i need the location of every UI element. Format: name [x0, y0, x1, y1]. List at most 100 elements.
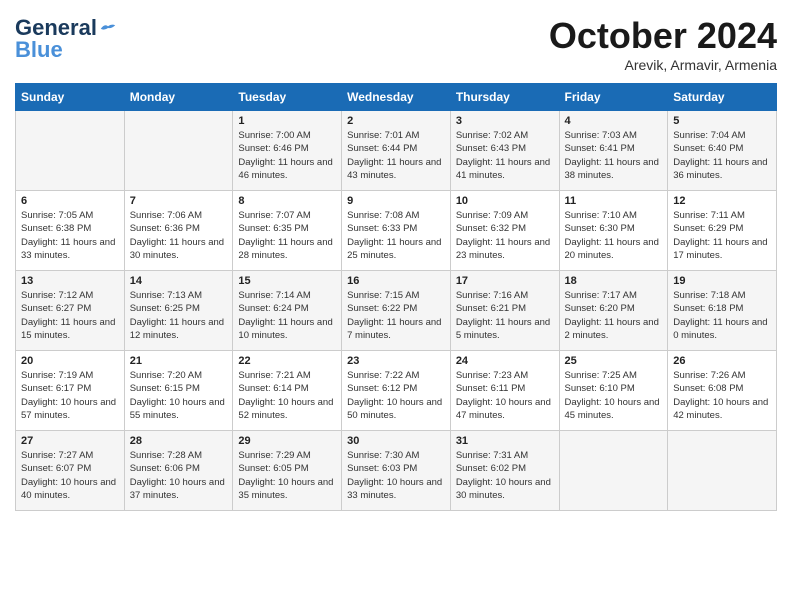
day-number: 10	[456, 195, 554, 207]
day-number: 25	[565, 355, 663, 367]
logo: General Blue	[15, 15, 117, 63]
day-number: 6	[21, 195, 119, 207]
calendar-cell	[668, 431, 777, 511]
calendar-table: SundayMondayTuesdayWednesdayThursdayFrid…	[15, 83, 777, 511]
calendar-cell	[559, 431, 668, 511]
header-thursday: Thursday	[450, 84, 559, 111]
calendar-cell: 5 Sunrise: 7:04 AM Sunset: 6:40 PM Daylig…	[668, 111, 777, 191]
day-number: 11	[565, 195, 663, 207]
day-info: Sunrise: 7:31 AM Sunset: 6:02 PM Dayligh…	[456, 449, 554, 502]
day-number: 2	[347, 115, 445, 127]
calendar-cell: 20 Sunrise: 7:19 AM Sunset: 6:17 PM Dayli…	[16, 351, 125, 431]
day-number: 1	[238, 115, 336, 127]
calendar-cell: 31 Sunrise: 7:31 AM Sunset: 6:02 PM Dayli…	[450, 431, 559, 511]
day-info: Sunrise: 7:16 AM Sunset: 6:21 PM Dayligh…	[456, 289, 554, 342]
day-number: 7	[130, 195, 228, 207]
day-info: Sunrise: 7:28 AM Sunset: 6:06 PM Dayligh…	[130, 449, 228, 502]
day-info: Sunrise: 7:05 AM Sunset: 6:38 PM Dayligh…	[21, 209, 119, 262]
day-number: 3	[456, 115, 554, 127]
day-info: Sunrise: 7:15 AM Sunset: 6:22 PM Dayligh…	[347, 289, 445, 342]
day-number: 28	[130, 435, 228, 447]
day-info: Sunrise: 7:02 AM Sunset: 6:43 PM Dayligh…	[456, 129, 554, 182]
calendar-cell	[16, 111, 125, 191]
day-info: Sunrise: 7:23 AM Sunset: 6:11 PM Dayligh…	[456, 369, 554, 422]
calendar-cell: 4 Sunrise: 7:03 AM Sunset: 6:41 PM Daylig…	[559, 111, 668, 191]
logo-blue: Blue	[15, 37, 63, 63]
calendar-cell: 25 Sunrise: 7:25 AM Sunset: 6:10 PM Dayli…	[559, 351, 668, 431]
day-number: 5	[673, 115, 771, 127]
day-number: 24	[456, 355, 554, 367]
day-number: 31	[456, 435, 554, 447]
day-info: Sunrise: 7:14 AM Sunset: 6:24 PM Dayligh…	[238, 289, 336, 342]
calendar-cell: 7 Sunrise: 7:06 AM Sunset: 6:36 PM Daylig…	[124, 191, 233, 271]
calendar-cell: 11 Sunrise: 7:10 AM Sunset: 6:30 PM Dayli…	[559, 191, 668, 271]
calendar-cell: 19 Sunrise: 7:18 AM Sunset: 6:18 PM Dayli…	[668, 271, 777, 351]
day-number: 13	[21, 275, 119, 287]
day-number: 21	[130, 355, 228, 367]
day-info: Sunrise: 7:19 AM Sunset: 6:17 PM Dayligh…	[21, 369, 119, 422]
calendar-cell: 15Sunrise: 7:14 AM Sunset: 6:24 PM Dayli…	[233, 271, 342, 351]
header-friday: Friday	[559, 84, 668, 111]
day-info: Sunrise: 7:26 AM Sunset: 6:08 PM Dayligh…	[673, 369, 771, 422]
calendar-week-3: 13 Sunrise: 7:12 AM Sunset: 6:27 PM Dayli…	[16, 271, 777, 351]
day-number: 8	[238, 195, 336, 207]
day-number: 9	[347, 195, 445, 207]
day-info: Sunrise: 7:03 AM Sunset: 6:41 PM Dayligh…	[565, 129, 663, 182]
calendar-week-4: 20 Sunrise: 7:19 AM Sunset: 6:17 PM Dayli…	[16, 351, 777, 431]
day-info: Sunrise: 7:10 AM Sunset: 6:30 PM Dayligh…	[565, 209, 663, 262]
header-tuesday: Tuesday	[233, 84, 342, 111]
day-info: Sunrise: 7:27 AM Sunset: 6:07 PM Dayligh…	[21, 449, 119, 502]
day-info: Sunrise: 7:17 AM Sunset: 6:20 PM Dayligh…	[565, 289, 663, 342]
logo-bird-icon	[99, 21, 117, 35]
day-info: Sunrise: 7:04 AM Sunset: 6:40 PM Dayligh…	[673, 129, 771, 182]
calendar-cell: 16 Sunrise: 7:15 AM Sunset: 6:22 PM Dayli…	[342, 271, 451, 351]
calendar-cell: 13 Sunrise: 7:12 AM Sunset: 6:27 PM Dayli…	[16, 271, 125, 351]
calendar-week-1: 1Sunrise: 7:00 AM Sunset: 6:46 PM Daylig…	[16, 111, 777, 191]
calendar-cell: 17 Sunrise: 7:16 AM Sunset: 6:21 PM Dayli…	[450, 271, 559, 351]
header-wednesday: Wednesday	[342, 84, 451, 111]
day-info: Sunrise: 7:18 AM Sunset: 6:18 PM Dayligh…	[673, 289, 771, 342]
day-number: 27	[21, 435, 119, 447]
calendar-cell: 28 Sunrise: 7:28 AM Sunset: 6:06 PM Dayli…	[124, 431, 233, 511]
day-number: 4	[565, 115, 663, 127]
calendar-cell: 26Sunrise: 7:26 AM Sunset: 6:08 PM Dayli…	[668, 351, 777, 431]
day-number: 16	[347, 275, 445, 287]
calendar-header-row: SundayMondayTuesdayWednesdayThursdayFrid…	[16, 84, 777, 111]
day-info: Sunrise: 7:13 AM Sunset: 6:25 PM Dayligh…	[130, 289, 228, 342]
calendar-cell: 6 Sunrise: 7:05 AM Sunset: 6:38 PM Daylig…	[16, 191, 125, 271]
calendar-week-5: 27 Sunrise: 7:27 AM Sunset: 6:07 PM Dayli…	[16, 431, 777, 511]
day-info: Sunrise: 7:09 AM Sunset: 6:32 PM Dayligh…	[456, 209, 554, 262]
day-number: 14	[130, 275, 228, 287]
header-saturday: Saturday	[668, 84, 777, 111]
calendar-cell: 9 Sunrise: 7:08 AM Sunset: 6:33 PM Daylig…	[342, 191, 451, 271]
day-number: 19	[673, 275, 771, 287]
day-info: Sunrise: 7:01 AM Sunset: 6:44 PM Dayligh…	[347, 129, 445, 182]
day-info: Sunrise: 7:06 AM Sunset: 6:36 PM Dayligh…	[130, 209, 228, 262]
page-header: General Blue October 2024 Arevik, Armavi…	[15, 15, 777, 73]
calendar-cell: 22Sunrise: 7:21 AM Sunset: 6:14 PM Dayli…	[233, 351, 342, 431]
day-number: 20	[21, 355, 119, 367]
calendar-cell: 18Sunrise: 7:17 AM Sunset: 6:20 PM Dayli…	[559, 271, 668, 351]
calendar-cell: 10 Sunrise: 7:09 AM Sunset: 6:32 PM Dayli…	[450, 191, 559, 271]
day-info: Sunrise: 7:07 AM Sunset: 6:35 PM Dayligh…	[238, 209, 336, 262]
day-number: 23	[347, 355, 445, 367]
calendar-cell: 3 Sunrise: 7:02 AM Sunset: 6:43 PM Daylig…	[450, 111, 559, 191]
day-info: Sunrise: 7:08 AM Sunset: 6:33 PM Dayligh…	[347, 209, 445, 262]
calendar-cell: 1Sunrise: 7:00 AM Sunset: 6:46 PM Daylig…	[233, 111, 342, 191]
calendar-week-2: 6 Sunrise: 7:05 AM Sunset: 6:38 PM Daylig…	[16, 191, 777, 271]
title-area: October 2024 Arevik, Armavir, Armenia	[549, 15, 777, 73]
day-info: Sunrise: 7:25 AM Sunset: 6:10 PM Dayligh…	[565, 369, 663, 422]
calendar-cell: 8 Sunrise: 7:07 AM Sunset: 6:35 PM Daylig…	[233, 191, 342, 271]
header-sunday: Sunday	[16, 84, 125, 111]
day-number: 30	[347, 435, 445, 447]
day-info: Sunrise: 7:11 AM Sunset: 6:29 PM Dayligh…	[673, 209, 771, 262]
day-info: Sunrise: 7:30 AM Sunset: 6:03 PM Dayligh…	[347, 449, 445, 502]
day-info: Sunrise: 7:20 AM Sunset: 6:15 PM Dayligh…	[130, 369, 228, 422]
calendar-cell: 27 Sunrise: 7:27 AM Sunset: 6:07 PM Dayli…	[16, 431, 125, 511]
calendar-cell: 29Sunrise: 7:29 AM Sunset: 6:05 PM Dayli…	[233, 431, 342, 511]
day-number: 17	[456, 275, 554, 287]
location: Arevik, Armavir, Armenia	[549, 57, 777, 73]
calendar-cell: 23Sunrise: 7:22 AM Sunset: 6:12 PM Dayli…	[342, 351, 451, 431]
day-info: Sunrise: 7:12 AM Sunset: 6:27 PM Dayligh…	[21, 289, 119, 342]
calendar-cell: 24 Sunrise: 7:23 AM Sunset: 6:11 PM Dayli…	[450, 351, 559, 431]
